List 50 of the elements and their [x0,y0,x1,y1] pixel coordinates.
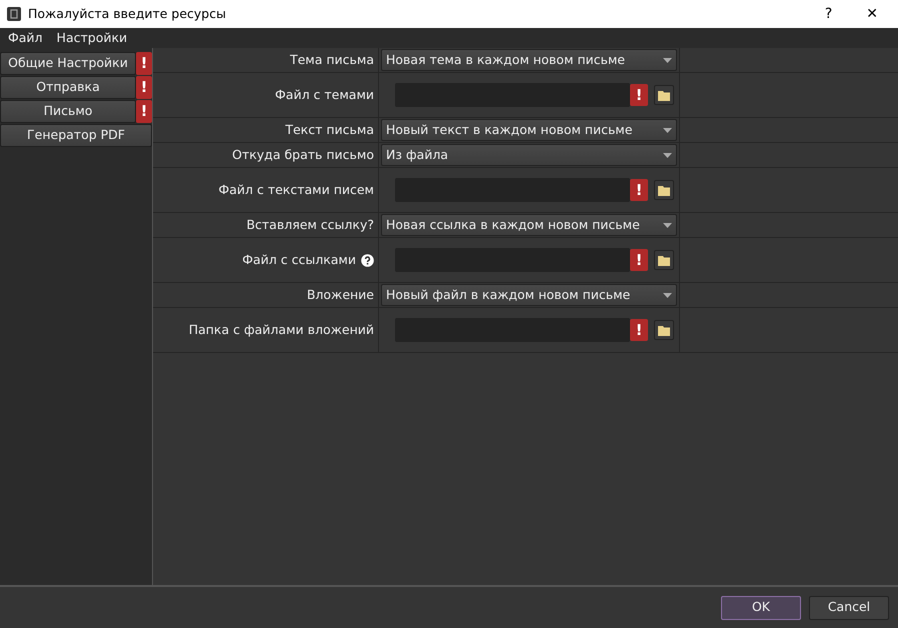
caret-icon [663,292,672,298]
field-label: Файл с текстами писем [218,180,374,199]
input-field[interactable] [395,318,630,342]
caret-icon [663,58,672,62]
browse-button[interactable] [654,180,674,200]
warning-icon: ! [630,319,648,341]
field-label: Вставляем ссылку? [246,216,374,234]
help-button[interactable]: ? [810,4,846,24]
close-button[interactable]: ✕ [852,4,892,24]
dropdown[interactable]: Новый файл в каждом новом письме [381,284,677,306]
field-label: Папка с файлами вложений [188,320,374,339]
warning-icon: ! [630,249,648,271]
caret-icon [663,128,672,132]
warning-icon: ! [136,100,152,123]
menu-item[interactable]: Файл [8,28,43,48]
warning-icon: ! [136,76,152,99]
browse-button[interactable] [654,250,674,270]
dropdown[interactable]: Из файла [381,144,677,166]
dropdown[interactable]: Новый текст в каждом новом письме [381,119,677,141]
cancel-button[interactable]: Cancel [809,596,889,620]
sidebar-item[interactable]: Письмо [0,100,136,123]
dropdown[interactable]: Новая тема в каждом новом письме [381,49,677,71]
field-label: Файл с ссылками [242,250,356,269]
field-label: Вложение [306,286,374,304]
browse-button[interactable] [654,85,674,105]
caret-icon [663,222,672,228]
folder-icon [658,184,670,196]
window-title: Пожалуйста введите ресурсы [28,4,227,23]
sidebar-item[interactable]: Генератор PDF [0,124,152,147]
field-label: Файл с темами [275,86,374,104]
input-field[interactable] [395,248,630,272]
app-icon [6,6,22,22]
field-label: Текст письма [285,120,374,139]
field-label: Откуда брать письмо [232,146,374,164]
folder-icon [658,90,670,100]
ok-button[interactable]: OK [721,596,801,620]
browse-button[interactable] [654,320,674,340]
menu-item[interactable]: Настройки [56,28,128,48]
sidebar-item[interactable]: Отправка [0,76,136,99]
input-field[interactable] [395,83,630,107]
field-label: Тема письма [290,50,374,69]
warning-icon: ! [630,84,648,106]
caret-icon [663,152,672,158]
folder-icon [658,254,670,266]
folder-icon [658,324,670,336]
dropdown[interactable]: Новая ссылка в каждом новом письме [381,214,677,236]
sidebar-item[interactable]: Общие Настройки [0,52,136,75]
warning-icon: ! [136,52,152,75]
input-field[interactable] [395,178,630,202]
warning-icon: ! [630,179,648,201]
